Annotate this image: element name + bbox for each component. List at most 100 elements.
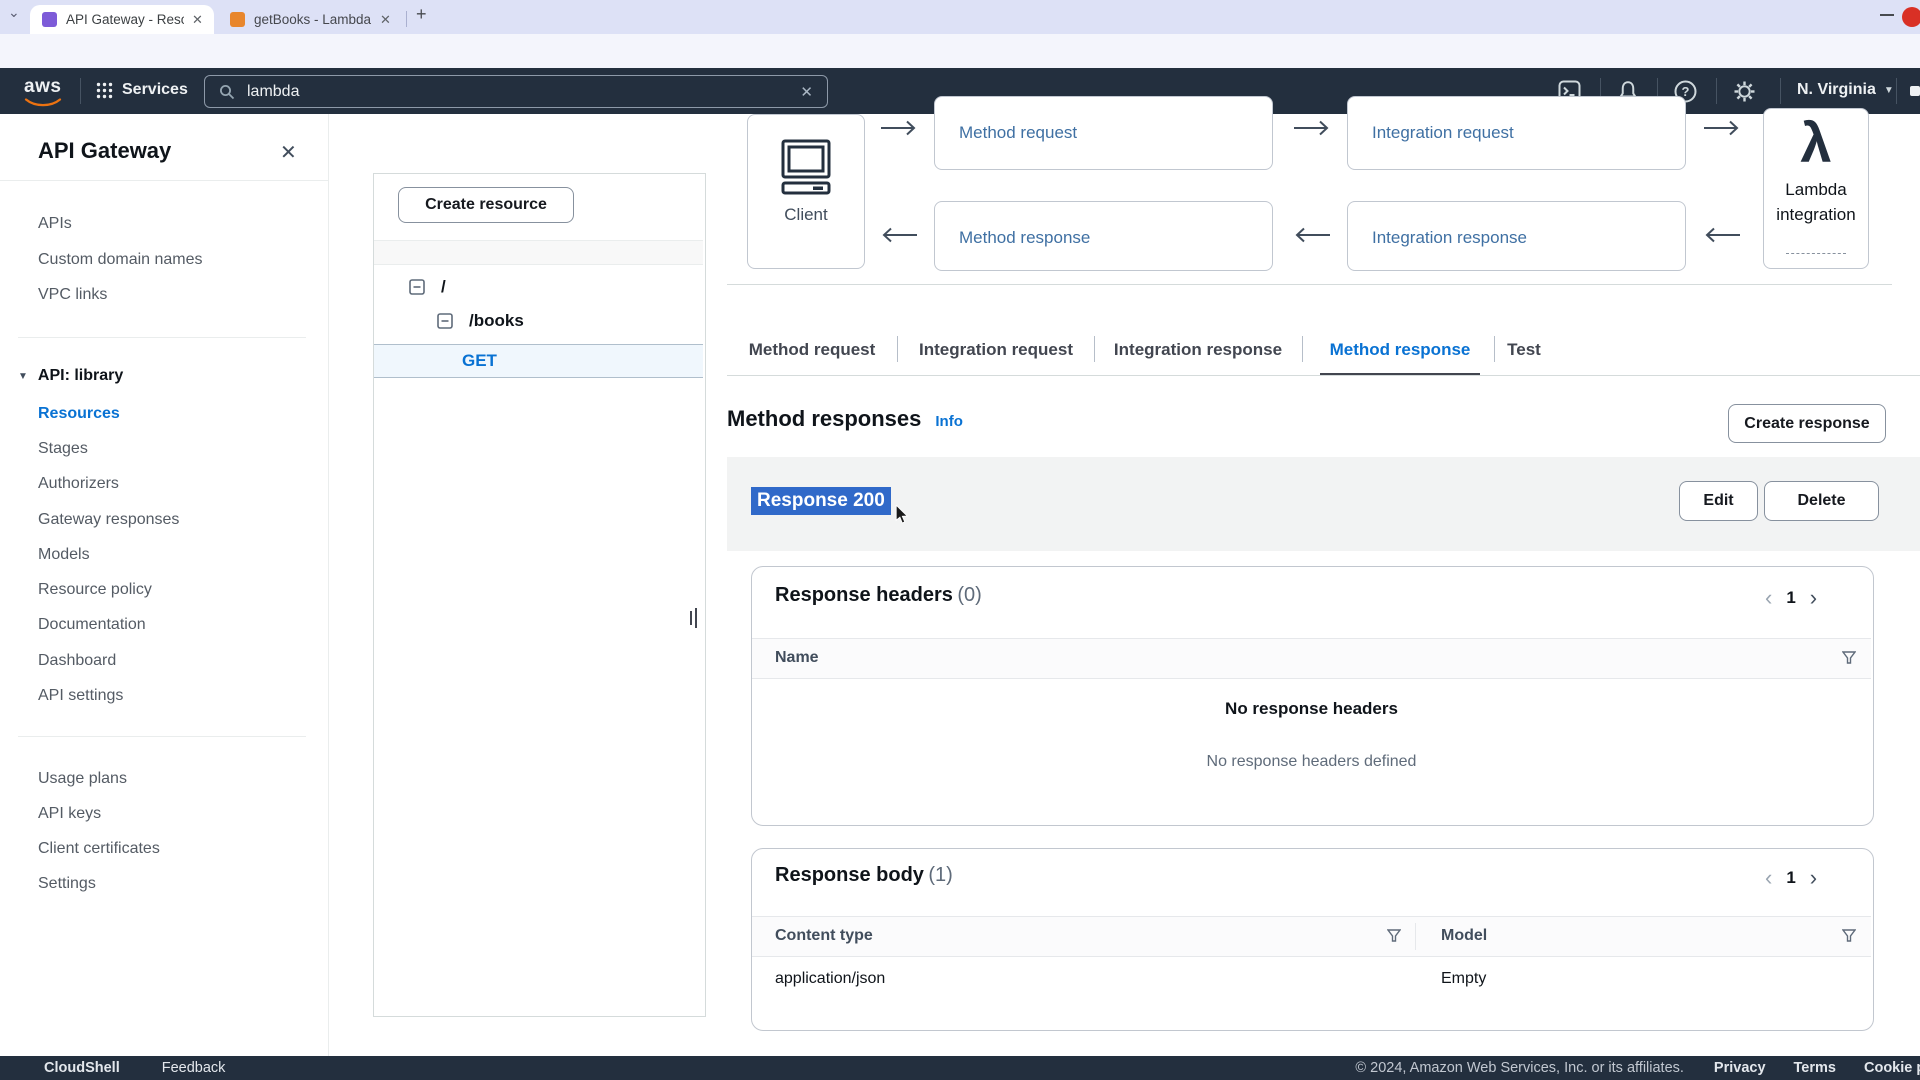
filter-funnel-icon[interactable]	[1842, 929, 1856, 943]
footer-cookie-preferences-link[interactable]: Cookie preferences	[1864, 1060, 1920, 1076]
api-gateway-favicon	[42, 12, 57, 27]
footer-feedback-link[interactable]: Feedback	[162, 1060, 226, 1076]
tree-node-root[interactable]: /	[409, 277, 446, 297]
footer-privacy-link[interactable]: Privacy	[1714, 1060, 1766, 1076]
sidebar-item-custom-domain-names[interactable]: Custom domain names	[38, 248, 203, 272]
tab-separator	[1094, 336, 1095, 362]
browser-tab-apigateway[interactable]: API Gateway - Resources ✕	[30, 5, 214, 34]
page-next-icon[interactable]: ›	[1810, 585, 1817, 611]
sidebar-item-usage-plans[interactable]: Usage plans	[38, 767, 127, 791]
page-next-icon[interactable]: ›	[1810, 865, 1817, 891]
settings-gear-icon[interactable]	[1733, 80, 1756, 103]
integration-request-link[interactable]: Integration request	[1372, 123, 1514, 143]
client-computer-icon	[776, 139, 836, 197]
empty-state-title: No response headers	[752, 699, 1871, 719]
method-request-box: Method request	[934, 96, 1273, 170]
account-menu-partial[interactable]	[1910, 86, 1920, 96]
header-divider	[1780, 78, 1781, 104]
tab-integration-request[interactable]: Integration request	[912, 327, 1080, 373]
sidebar-item-apis[interactable]: APIs	[38, 212, 72, 236]
tree-method-get[interactable]: GET	[374, 344, 703, 378]
tab-close-icon[interactable]: ✕	[380, 12, 391, 28]
info-link[interactable]: Info	[935, 413, 963, 430]
sidebar-title: API Gateway	[38, 138, 171, 164]
lambda-integration-box: λ Lambda integration	[1763, 108, 1869, 269]
sidebar-item-dashboard[interactable]: Dashboard	[38, 649, 116, 673]
column-content-type: Content type	[775, 927, 873, 945]
panel-resize-handle[interactable]	[688, 606, 698, 630]
sidebar-item-api-settings[interactable]: API settings	[38, 684, 123, 708]
services-grid-icon	[96, 82, 113, 99]
tab-integration-response[interactable]: Integration response	[1108, 327, 1288, 373]
footer-cloudshell-link[interactable]: CloudShell	[44, 1060, 120, 1076]
arrow-left-icon	[1292, 226, 1332, 244]
edit-button[interactable]: Edit	[1679, 481, 1758, 521]
table-header-row: Name	[752, 639, 1871, 678]
arrow-left-icon	[879, 226, 919, 244]
method-request-link[interactable]: Method request	[959, 123, 1077, 143]
divider	[18, 736, 306, 737]
collapse-minus-icon[interactable]	[409, 279, 425, 295]
page-prev-icon[interactable]: ‹	[1765, 585, 1772, 611]
sidebar-item-gateway-responses[interactable]: Gateway responses	[38, 508, 179, 532]
collapse-minus-icon[interactable]	[437, 313, 453, 329]
sidebar-close-icon[interactable]: ✕	[280, 140, 297, 165]
page-prev-icon[interactable]: ‹	[1765, 865, 1772, 891]
tree-node-label: /	[441, 277, 446, 297]
sidebar-item-resource-policy[interactable]: Resource policy	[38, 578, 152, 602]
sidebar-item-api-keys[interactable]: API keys	[38, 802, 101, 826]
delete-button[interactable]: Delete	[1764, 481, 1879, 521]
response-200-title[interactable]: Response 200	[751, 487, 891, 515]
tab-test[interactable]: Test	[1498, 327, 1550, 373]
pagination: ‹ 1 ›	[1765, 585, 1817, 611]
sidebar-item-resources[interactable]: Resources	[38, 402, 120, 426]
sidebar-section-api-library[interactable]: ▼ API: library	[18, 367, 123, 385]
pagination: ‹ 1 ›	[1765, 865, 1817, 891]
filter-funnel-icon[interactable]	[1842, 651, 1856, 665]
response-headers-card: Response headers (0) ‹ 1 › Name No respo…	[751, 566, 1874, 826]
region-selector[interactable]: N. Virginia ▼	[1797, 81, 1894, 99]
tree-node-books[interactable]: /books	[437, 311, 524, 331]
tab-method-response[interactable]: Method response	[1320, 327, 1480, 376]
sidebar-item-vpc-links[interactable]: VPC links	[38, 283, 107, 307]
header-divider	[80, 78, 81, 104]
sidebar-item-client-certificates[interactable]: Client certificates	[38, 837, 160, 861]
aws-logo[interactable]: aws	[24, 76, 62, 107]
section-header: Method responses Info	[727, 406, 963, 432]
create-response-button[interactable]: Create response	[1728, 404, 1886, 443]
page-number[interactable]: 1	[1786, 588, 1795, 608]
services-menu[interactable]: Services	[96, 81, 188, 99]
tab-close-icon[interactable]: ✕	[192, 12, 203, 28]
filter-funnel-icon[interactable]	[1387, 929, 1401, 943]
section-label: API: library	[38, 367, 123, 385]
new-tab-button[interactable]: +	[416, 4, 427, 25]
tab-separator	[1302, 336, 1303, 362]
sidebar-item-settings[interactable]: Settings	[38, 872, 96, 896]
integration-response-link[interactable]: Integration response	[1372, 228, 1527, 248]
tabs-bottom-rule	[727, 375, 1920, 376]
footer-terms-link[interactable]: Terms	[1794, 1060, 1836, 1076]
method-get-label: GET	[462, 351, 497, 370]
arrow-right-icon	[879, 119, 919, 137]
create-resource-button[interactable]: Create resource	[398, 187, 574, 223]
method-response-link[interactable]: Method response	[959, 228, 1090, 248]
dashed-underline	[1786, 253, 1846, 254]
column-name: Name	[775, 649, 819, 667]
tab-search-chevron-icon[interactable]: ⌄	[8, 4, 20, 21]
tree-header-band	[374, 240, 703, 265]
aws-search-box[interactable]: lambda ✕	[204, 75, 828, 108]
sidebar-item-models[interactable]: Models	[38, 543, 90, 567]
console-footer: CloudShell Feedback © 2024, Amazon Web S…	[0, 1056, 1920, 1080]
browser-tab-lambda[interactable]: getBooks - Lambda ✕	[218, 5, 400, 34]
sidebar-item-stages[interactable]: Stages	[38, 437, 88, 461]
arrow-left-icon	[1702, 226, 1742, 244]
window-minimize-icon[interactable]	[1880, 14, 1894, 16]
tab-method-request[interactable]: Method request	[742, 327, 882, 373]
search-input-value[interactable]: lambda	[247, 83, 299, 101]
lambda-integration-label[interactable]: Lambda integration	[1774, 177, 1858, 227]
search-clear-icon[interactable]: ✕	[800, 83, 813, 101]
sidebar-item-documentation[interactable]: Documentation	[38, 613, 146, 637]
section-caret-icon: ▼	[18, 371, 28, 382]
sidebar-item-authorizers[interactable]: Authorizers	[38, 472, 119, 496]
page-number[interactable]: 1	[1786, 868, 1795, 888]
